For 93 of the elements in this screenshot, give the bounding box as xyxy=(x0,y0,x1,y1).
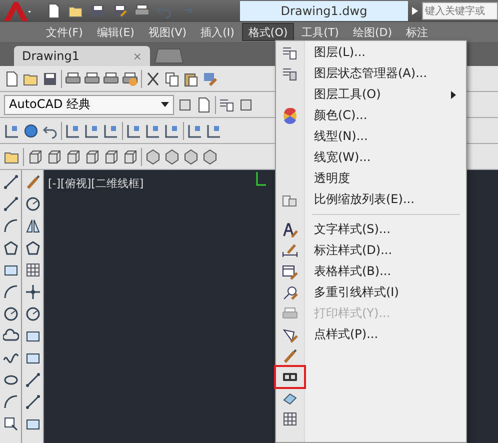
menu-item[interactable]: 线型(N)... xyxy=(276,126,466,147)
toolbar-icon[interactable] xyxy=(90,3,106,19)
toolbar-icon[interactable] xyxy=(65,70,81,86)
arrow-icon[interactable] xyxy=(412,7,418,15)
menu-item[interactable]: 格式(O) xyxy=(242,23,294,41)
menu-item[interactable]: 编辑(E) xyxy=(90,23,140,41)
draw-tool-icon[interactable] xyxy=(2,240,18,256)
menu-item[interactable]: 标注 xyxy=(400,23,434,41)
menu-item[interactable]: 绘图(D) xyxy=(346,23,398,41)
toolbar-icon[interactable] xyxy=(4,70,20,86)
toolbar-icon[interactable] xyxy=(65,122,81,138)
menu-item[interactable]: 颜色(C)... xyxy=(276,105,466,126)
workspace-value: AutoCAD 经典 xyxy=(9,96,91,113)
modify-tool-icon[interactable] xyxy=(24,394,40,410)
draw-tool-icon[interactable] xyxy=(2,328,18,344)
tab-label[interactable]: Drawing1 xyxy=(22,49,80,63)
menu-item[interactable]: 工具(T) xyxy=(296,23,345,41)
toolbar-icon[interactable] xyxy=(46,3,62,19)
modify-tool-icon[interactable] xyxy=(24,372,40,388)
menu-item[interactable]: 表格样式(B)... xyxy=(276,261,466,282)
workspace-dropdown[interactable]: AutoCAD 经典 xyxy=(4,94,174,114)
toolbar-icon[interactable] xyxy=(103,70,119,86)
toolbar-icon[interactable] xyxy=(164,70,180,86)
menu-item[interactable]: 文字样式(S)... xyxy=(276,219,466,240)
menu-item-icon[interactable] xyxy=(282,222,298,238)
menu-item-icon[interactable] xyxy=(282,66,298,82)
layer-icon[interactable] xyxy=(219,96,235,112)
toolbar-icon[interactable] xyxy=(84,70,100,86)
draw-tool-icon[interactable] xyxy=(2,218,18,234)
modify-tool-icon[interactable] xyxy=(24,196,40,212)
window-title: Drawing1.dwg xyxy=(240,1,408,21)
toolbar-icon[interactable] xyxy=(183,70,199,86)
toolbar-icon[interactable] xyxy=(122,70,138,86)
document-tab[interactable]: Drawing1 × xyxy=(14,46,150,66)
menu-item[interactable]: 多重引线样式(I) xyxy=(276,282,466,303)
toolbar-icon[interactable] xyxy=(46,148,62,164)
menu-item[interactable]: 图层工具(O) xyxy=(276,84,466,105)
toolbar-icon[interactable] xyxy=(42,70,58,86)
menu-item[interactable]: 标注样式(D)... xyxy=(276,240,466,261)
toolbar-icon[interactable] xyxy=(164,122,180,138)
draw-tool-icon[interactable] xyxy=(2,196,18,212)
menu-item-icon[interactable] xyxy=(282,284,298,300)
toolbar-icon[interactable] xyxy=(122,148,138,164)
menu-item[interactable]: 点样式(P)... xyxy=(276,324,466,345)
modify-tool-icon[interactable] xyxy=(24,284,40,300)
toolbar-icon[interactable] xyxy=(126,122,142,138)
toolbar-icon[interactable] xyxy=(103,122,119,138)
menu-item[interactable]: 插入(I) xyxy=(194,23,240,41)
menu-item[interactable]: 透明度 xyxy=(276,168,466,189)
toolbar-icon[interactable] xyxy=(196,96,212,112)
settings-icon[interactable] xyxy=(177,96,193,112)
toolbar-icon[interactable] xyxy=(65,148,81,164)
draw-tool-icon[interactable] xyxy=(2,284,18,300)
submenu-arrow-icon xyxy=(451,90,456,98)
toolbar-icon[interactable] xyxy=(238,96,254,112)
toolbar-icon[interactable] xyxy=(206,122,222,138)
toolbar-icon[interactable] xyxy=(187,122,203,138)
toolbar-icon[interactable] xyxy=(4,122,20,138)
modify-tool-icon[interactable] xyxy=(24,240,40,256)
draw-tool-icon[interactable] xyxy=(2,394,18,410)
modify-tool-icon[interactable] xyxy=(24,262,40,278)
toolbar-icon[interactable] xyxy=(84,148,100,164)
menu-item-icon[interactable] xyxy=(282,264,298,280)
draw-tool-icon[interactable] xyxy=(2,306,18,322)
menu-item[interactable]: 图层(L)... xyxy=(276,42,466,63)
menu-item[interactable]: 文件(F) xyxy=(40,23,89,41)
draw-tool-icon[interactable] xyxy=(2,174,18,190)
toolbar-icon[interactable] xyxy=(145,70,161,86)
toolbar-icon[interactable] xyxy=(164,148,180,164)
toolbar-icon[interactable] xyxy=(145,148,161,164)
toolbar-icon[interactable] xyxy=(112,3,128,19)
draw-tool-icon[interactable] xyxy=(2,416,18,432)
menu-item-icon[interactable] xyxy=(282,326,298,342)
menu-item-icon[interactable] xyxy=(282,410,298,426)
toolbar-icon[interactable] xyxy=(27,148,43,164)
search-field[interactable]: 键入关键字或 xyxy=(422,2,498,20)
menu-item[interactable]: 图层状态管理器(A)... xyxy=(276,63,466,84)
toolbar-icon[interactable] xyxy=(84,122,100,138)
menu-item[interactable]: 线宽(W)... xyxy=(276,147,466,168)
caret-icon xyxy=(161,102,169,107)
toolbar-icon[interactable] xyxy=(145,122,161,138)
toolbar-icon[interactable] xyxy=(183,148,199,164)
toolbar-icon[interactable] xyxy=(202,148,218,164)
viewport-label[interactable]: [-][俯视][二维线框] xyxy=(48,177,144,190)
toolbar-icon[interactable] xyxy=(23,122,39,138)
modify-tool-icon[interactable] xyxy=(24,306,40,322)
modify-tool-icon[interactable] xyxy=(24,218,40,234)
toolbar-icon[interactable] xyxy=(103,148,119,164)
menu-item-icon[interactable] xyxy=(282,242,298,258)
menu-item[interactable]: 比例缩放列表(E)... xyxy=(276,189,466,210)
menu-item-icon[interactable] xyxy=(282,44,298,60)
menu-item[interactable]: 视图(V) xyxy=(142,23,193,41)
ucs-mark xyxy=(256,172,266,186)
